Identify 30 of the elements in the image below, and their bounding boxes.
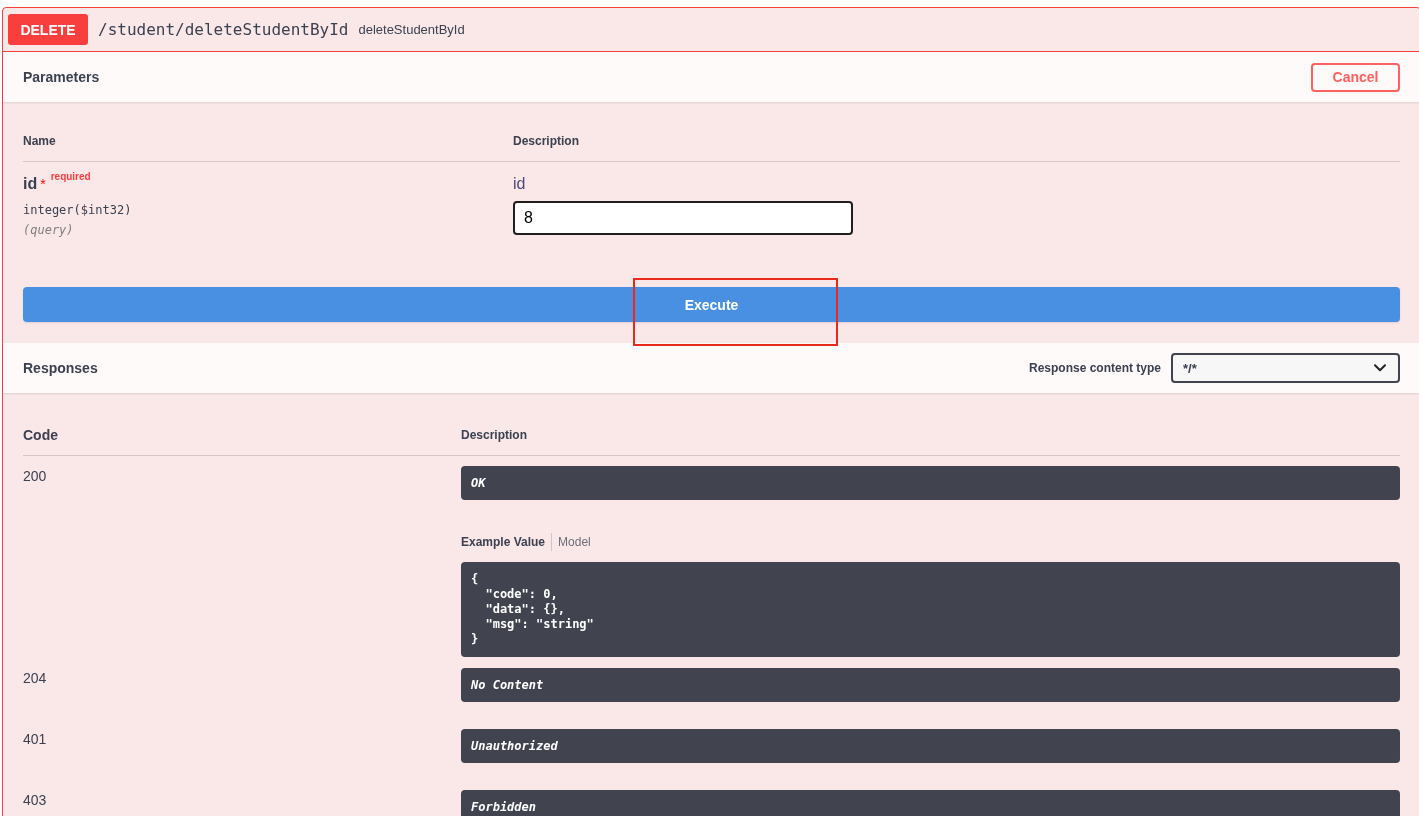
- code-block: { "code": 0, "data": {}, "msg": "string" }: [461, 562, 1400, 657]
- endpoint-path: /student/deleteStudentById: [98, 20, 349, 39]
- required-asterisk: *: [40, 176, 46, 192]
- required-label: required: [50, 171, 91, 183]
- response-code: 401: [23, 730, 48, 749]
- content-type-select[interactable]: */*: [1171, 353, 1400, 383]
- operation-summary: deleteStudentById: [358, 22, 465, 37]
- parameter-location: (query): [23, 222, 75, 239]
- response-description: OK: [461, 466, 1400, 500]
- chevron-down-icon: [1374, 364, 1386, 372]
- example-tab[interactable]: Example Value: [461, 534, 546, 550]
- parameter-type: integer($int32): [23, 202, 133, 219]
- content-type-label: Response content type: [1028, 361, 1161, 375]
- example-tab[interactable]: Model: [558, 534, 591, 550]
- column-header: Description: [461, 413, 1400, 456]
- parameter-name: id: [23, 174, 38, 194]
- method-badge: DELETE: [8, 14, 88, 45]
- parameter-input[interactable]: 8: [513, 201, 853, 235]
- response-description: No Content: [461, 668, 1400, 702]
- column-header: Description: [513, 122, 1400, 162]
- response-description: Unauthorized: [461, 729, 1400, 763]
- parameter-description: id: [513, 174, 527, 194]
- section-title: Responses: [23, 360, 98, 376]
- response-description: Forbidden: [461, 790, 1400, 816]
- column-header: Name: [23, 122, 513, 162]
- response-code: 204: [23, 669, 48, 688]
- response-code: 200: [23, 467, 48, 486]
- response-code: 403: [23, 791, 48, 810]
- section-title: Parameters: [23, 69, 100, 85]
- column-header: Code: [23, 413, 461, 456]
